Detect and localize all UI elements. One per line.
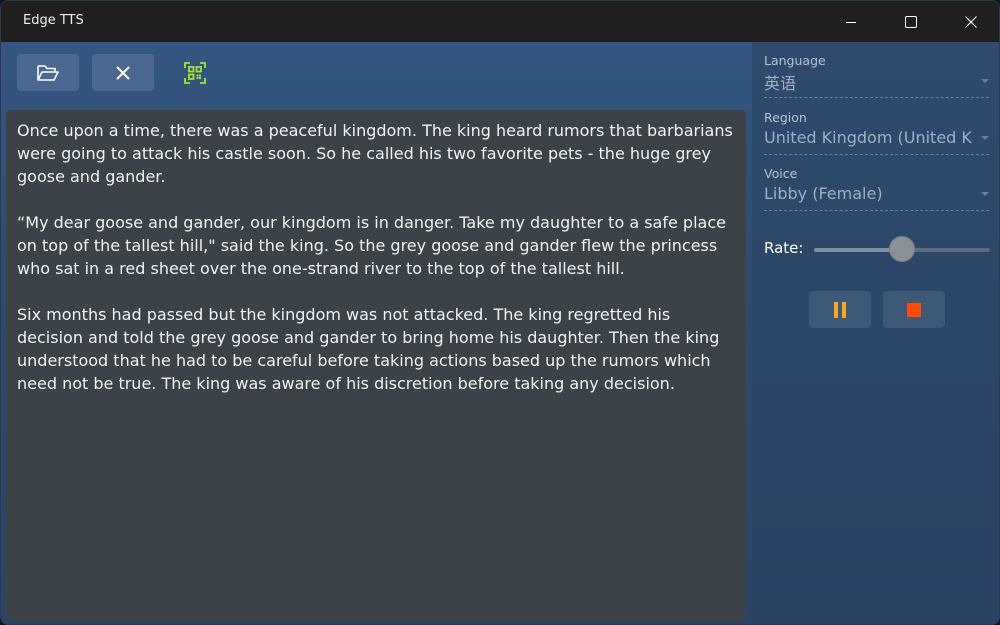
region-label: Region [764,110,807,125]
settings-pane: Language 英语 Region United Kingdom (Unite… [752,42,999,624]
close-window-button[interactable] [941,1,999,42]
language-underline [764,97,989,98]
pause-button[interactable] [809,291,871,328]
text-paragraph: Once upon a time, there was a peaceful k… [17,121,733,186]
maximize-button[interactable] [881,1,941,42]
scan-text-button[interactable] [164,54,226,91]
rate-slider-thumb[interactable] [890,237,914,261]
voice-select[interactable]: Libby (Female) [764,184,976,210]
text-paragraph: “My dear goose and gander, our kingdom i… [17,213,726,278]
qr-scan-icon [184,61,206,84]
stop-icon [907,302,921,317]
window-title: Edge TTS [23,13,84,28]
chevron-down-icon [981,79,989,83]
close-icon [965,15,977,28]
text-paragraph: Six months had passed but the kingdom wa… [17,305,720,393]
chevron-down-icon [981,136,989,140]
language-select[interactable]: 英语 [764,70,976,96]
voice-underline [764,210,989,211]
folder-open-icon [37,64,59,81]
open-file-button[interactable] [17,54,79,91]
stop-button[interactable] [883,291,945,328]
rate-slider[interactable] [814,237,990,261]
text-editor[interactable]: Once upon a time, there was a peaceful k… [6,110,746,621]
chevron-down-icon [981,192,989,196]
language-label: Language [764,53,826,68]
rate-slider-fill [814,248,902,252]
editor-pane: Once upon a time, there was a peaceful k… [1,42,752,624]
minimize-button[interactable] [821,1,881,42]
clear-text-button[interactable] [92,54,154,91]
minimize-icon [846,21,856,23]
region-select[interactable]: United Kingdom (United K [764,128,976,154]
close-icon [116,65,130,80]
pause-icon [834,301,846,318]
maximize-icon [905,15,917,28]
title-bar[interactable]: Edge TTS [1,1,999,42]
region-underline [764,154,989,155]
voice-label: Voice [764,166,798,181]
app-window: Edge TTS Once upon a time, there was a p… [0,0,1000,625]
rate-label: Rate: [764,239,804,257]
